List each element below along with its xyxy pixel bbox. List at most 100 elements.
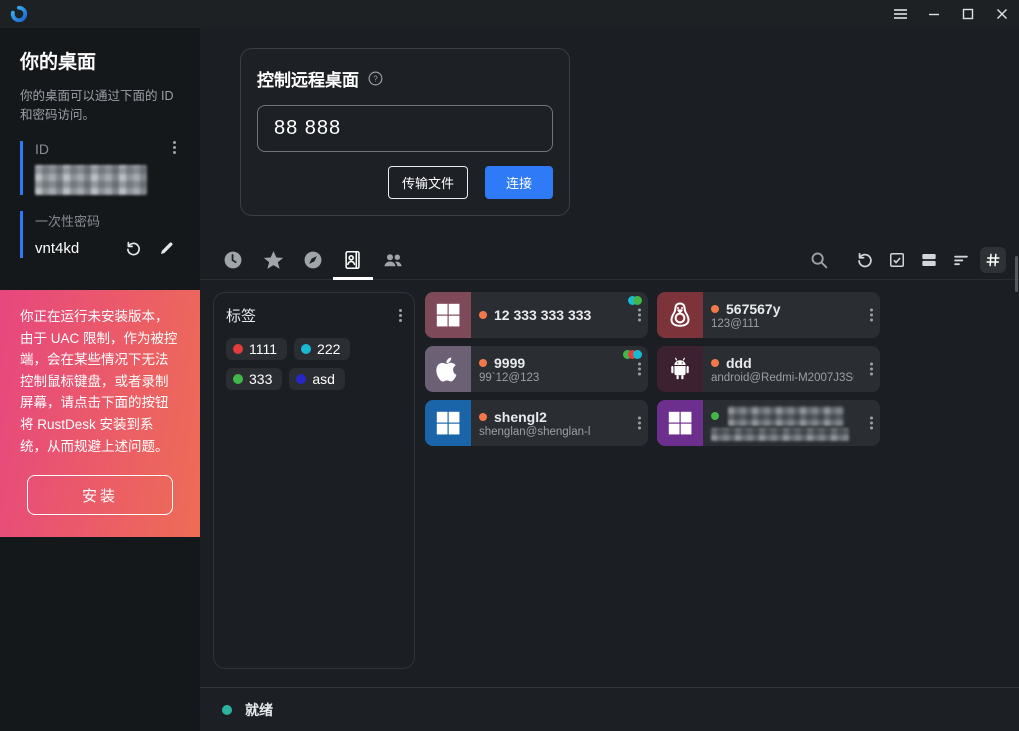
peer-menu-button[interactable] bbox=[870, 417, 873, 430]
peer-status-dot bbox=[479, 413, 487, 421]
connection-status-text: 就绪 bbox=[245, 700, 273, 720]
close-button[interactable] bbox=[985, 0, 1019, 28]
tag-color-dot bbox=[233, 374, 243, 384]
peer-card[interactable]: 12 333 333 333 bbox=[425, 292, 648, 338]
titlebar bbox=[0, 0, 1019, 28]
window-menu-button[interactable] bbox=[883, 0, 917, 28]
tab-recent-sessions[interactable] bbox=[213, 243, 253, 277]
peer-status-dot bbox=[711, 305, 719, 313]
peer-subtitle: 123@111 bbox=[711, 318, 854, 330]
peer-os-icon bbox=[425, 400, 471, 446]
peer-os-icon bbox=[657, 292, 703, 338]
peer-tag-dots bbox=[627, 350, 642, 359]
tag-color-dot bbox=[296, 374, 306, 384]
peer-status-dot bbox=[479, 311, 487, 319]
device-id-label: ID bbox=[35, 141, 182, 157]
peer-os-icon bbox=[425, 292, 471, 338]
cards-view-icon[interactable] bbox=[916, 247, 942, 273]
peer-card[interactable]: 567567y 123@111 bbox=[657, 292, 880, 338]
windows-logo-icon bbox=[434, 409, 462, 437]
peer-name: ddd bbox=[726, 355, 752, 371]
tag-label: 333 bbox=[249, 371, 272, 387]
help-icon[interactable]: ? bbox=[367, 70, 384, 87]
peer-name: 9999 bbox=[494, 355, 525, 371]
rustdesk-logo-icon bbox=[9, 4, 29, 24]
peer-name: 12 333 333 333 bbox=[494, 307, 591, 323]
linux-tux-icon bbox=[665, 300, 695, 330]
one-time-password-section: 一次性密码 vnt4kd bbox=[20, 211, 182, 258]
peer-menu-button[interactable] bbox=[870, 309, 873, 322]
peer-name: 567567y bbox=[726, 301, 781, 317]
refresh-password-icon[interactable] bbox=[124, 239, 143, 258]
control-remote-desktop-title: 控制远程桌面 bbox=[257, 66, 359, 91]
tab-discovered[interactable] bbox=[293, 243, 333, 277]
main-panel: 控制远程桌面 ? 传输文件 连接 bbox=[200, 28, 1019, 731]
tags-list: 1111 222 333 asd bbox=[226, 338, 402, 390]
peer-os-icon bbox=[657, 346, 703, 392]
peer-status-dot bbox=[711, 412, 719, 420]
tags-panel: 标签 1111 222 333 asd bbox=[213, 292, 415, 669]
peer-menu-button[interactable] bbox=[638, 417, 641, 430]
statusbar: 就绪 bbox=[200, 687, 1019, 731]
peer-os-icon bbox=[657, 400, 703, 446]
sort-list-icon[interactable] bbox=[948, 247, 974, 273]
scrollbar-thumb[interactable] bbox=[1015, 256, 1018, 292]
refresh-peers-icon[interactable] bbox=[852, 247, 878, 273]
peer-menu-button[interactable] bbox=[870, 363, 873, 376]
control-remote-desktop-panel: 控制远程桌面 ? 传输文件 连接 bbox=[240, 48, 570, 216]
peer-card[interactable]: 9999 99`12@123 bbox=[425, 346, 648, 392]
tags-menu-button[interactable] bbox=[399, 309, 402, 322]
peer-card[interactable]: shengl2 shenglan@shenglan-l bbox=[425, 400, 648, 446]
install-button[interactable]: 安装 bbox=[27, 475, 173, 515]
tag-chip[interactable]: 1111 bbox=[226, 338, 287, 360]
minimize-button[interactable] bbox=[917, 0, 951, 28]
android-robot-icon bbox=[666, 355, 694, 383]
peer-toolbar bbox=[200, 243, 1019, 280]
peer-menu-button[interactable] bbox=[638, 363, 641, 376]
grid-view-icon[interactable] bbox=[980, 247, 1006, 273]
peer-subtitle: android@Redmi-M2007J3SC bbox=[711, 372, 854, 384]
tab-address-book[interactable] bbox=[333, 243, 373, 280]
remote-id-input[interactable] bbox=[257, 105, 553, 152]
my-desktop-subtitle: 你的桌面可以通过下面的 ID 和密码访问。 bbox=[20, 87, 182, 126]
windows-logo-icon bbox=[434, 301, 462, 329]
one-time-password-value: vnt4kd bbox=[35, 240, 79, 257]
tag-color-dot bbox=[233, 344, 243, 354]
tag-chip[interactable]: 222 bbox=[294, 338, 350, 360]
tag-chip[interactable]: 333 bbox=[226, 368, 282, 390]
apple-logo-icon bbox=[434, 355, 462, 383]
peer-card[interactable]: ddd android@Redmi-M2007J3SC bbox=[657, 346, 880, 392]
peer-os-icon bbox=[425, 346, 471, 392]
device-id-section: ID bbox=[20, 141, 182, 195]
tag-label: asd bbox=[312, 371, 335, 387]
windows-logo-icon bbox=[666, 409, 694, 437]
peer-subtitle: 99`12@123 bbox=[479, 372, 622, 384]
transfer-file-button[interactable]: 传输文件 bbox=[388, 166, 468, 199]
device-id-value-redacted bbox=[35, 165, 147, 195]
connection-status-dot bbox=[222, 705, 232, 715]
search-icon[interactable] bbox=[806, 247, 832, 273]
connect-button[interactable]: 连接 bbox=[485, 166, 553, 199]
peer-tag-dots bbox=[632, 296, 642, 305]
tab-groups[interactable] bbox=[373, 243, 413, 277]
edit-password-icon[interactable] bbox=[158, 239, 176, 257]
tags-title: 标签 bbox=[226, 305, 256, 326]
install-warning-text: 你正在运行未安装版本，由于 UAC 限制，作为被控端，会在某些情况下无法控制鼠标… bbox=[20, 306, 180, 457]
sidebar: 你的桌面 你的桌面可以通过下面的 ID 和密码访问。 ID 一次性密码 vnt4… bbox=[0, 28, 200, 731]
select-peers-icon[interactable] bbox=[884, 247, 910, 273]
tab-favorites[interactable] bbox=[253, 243, 293, 277]
maximize-button[interactable] bbox=[951, 0, 985, 28]
peer-menu-button[interactable] bbox=[638, 309, 641, 322]
peer-card[interactable] bbox=[657, 400, 880, 446]
tag-label: 222 bbox=[317, 341, 340, 357]
peers-grid: 12 333 333 333 567567y 123@111 bbox=[425, 292, 880, 446]
one-time-password-label: 一次性密码 bbox=[35, 211, 182, 230]
install-warning-banner: 你正在运行未安装版本，由于 UAC 限制，作为被控端，会在某些情况下无法控制鼠标… bbox=[0, 290, 200, 537]
peer-status-dot bbox=[711, 359, 719, 367]
peer-status-dot bbox=[479, 359, 487, 367]
device-id-menu-button[interactable] bbox=[173, 141, 176, 154]
my-desktop-title: 你的桌面 bbox=[20, 47, 182, 74]
peer-name: shengl2 bbox=[494, 409, 547, 425]
svg-text:?: ? bbox=[373, 74, 378, 83]
tag-chip[interactable]: asd bbox=[289, 368, 345, 390]
